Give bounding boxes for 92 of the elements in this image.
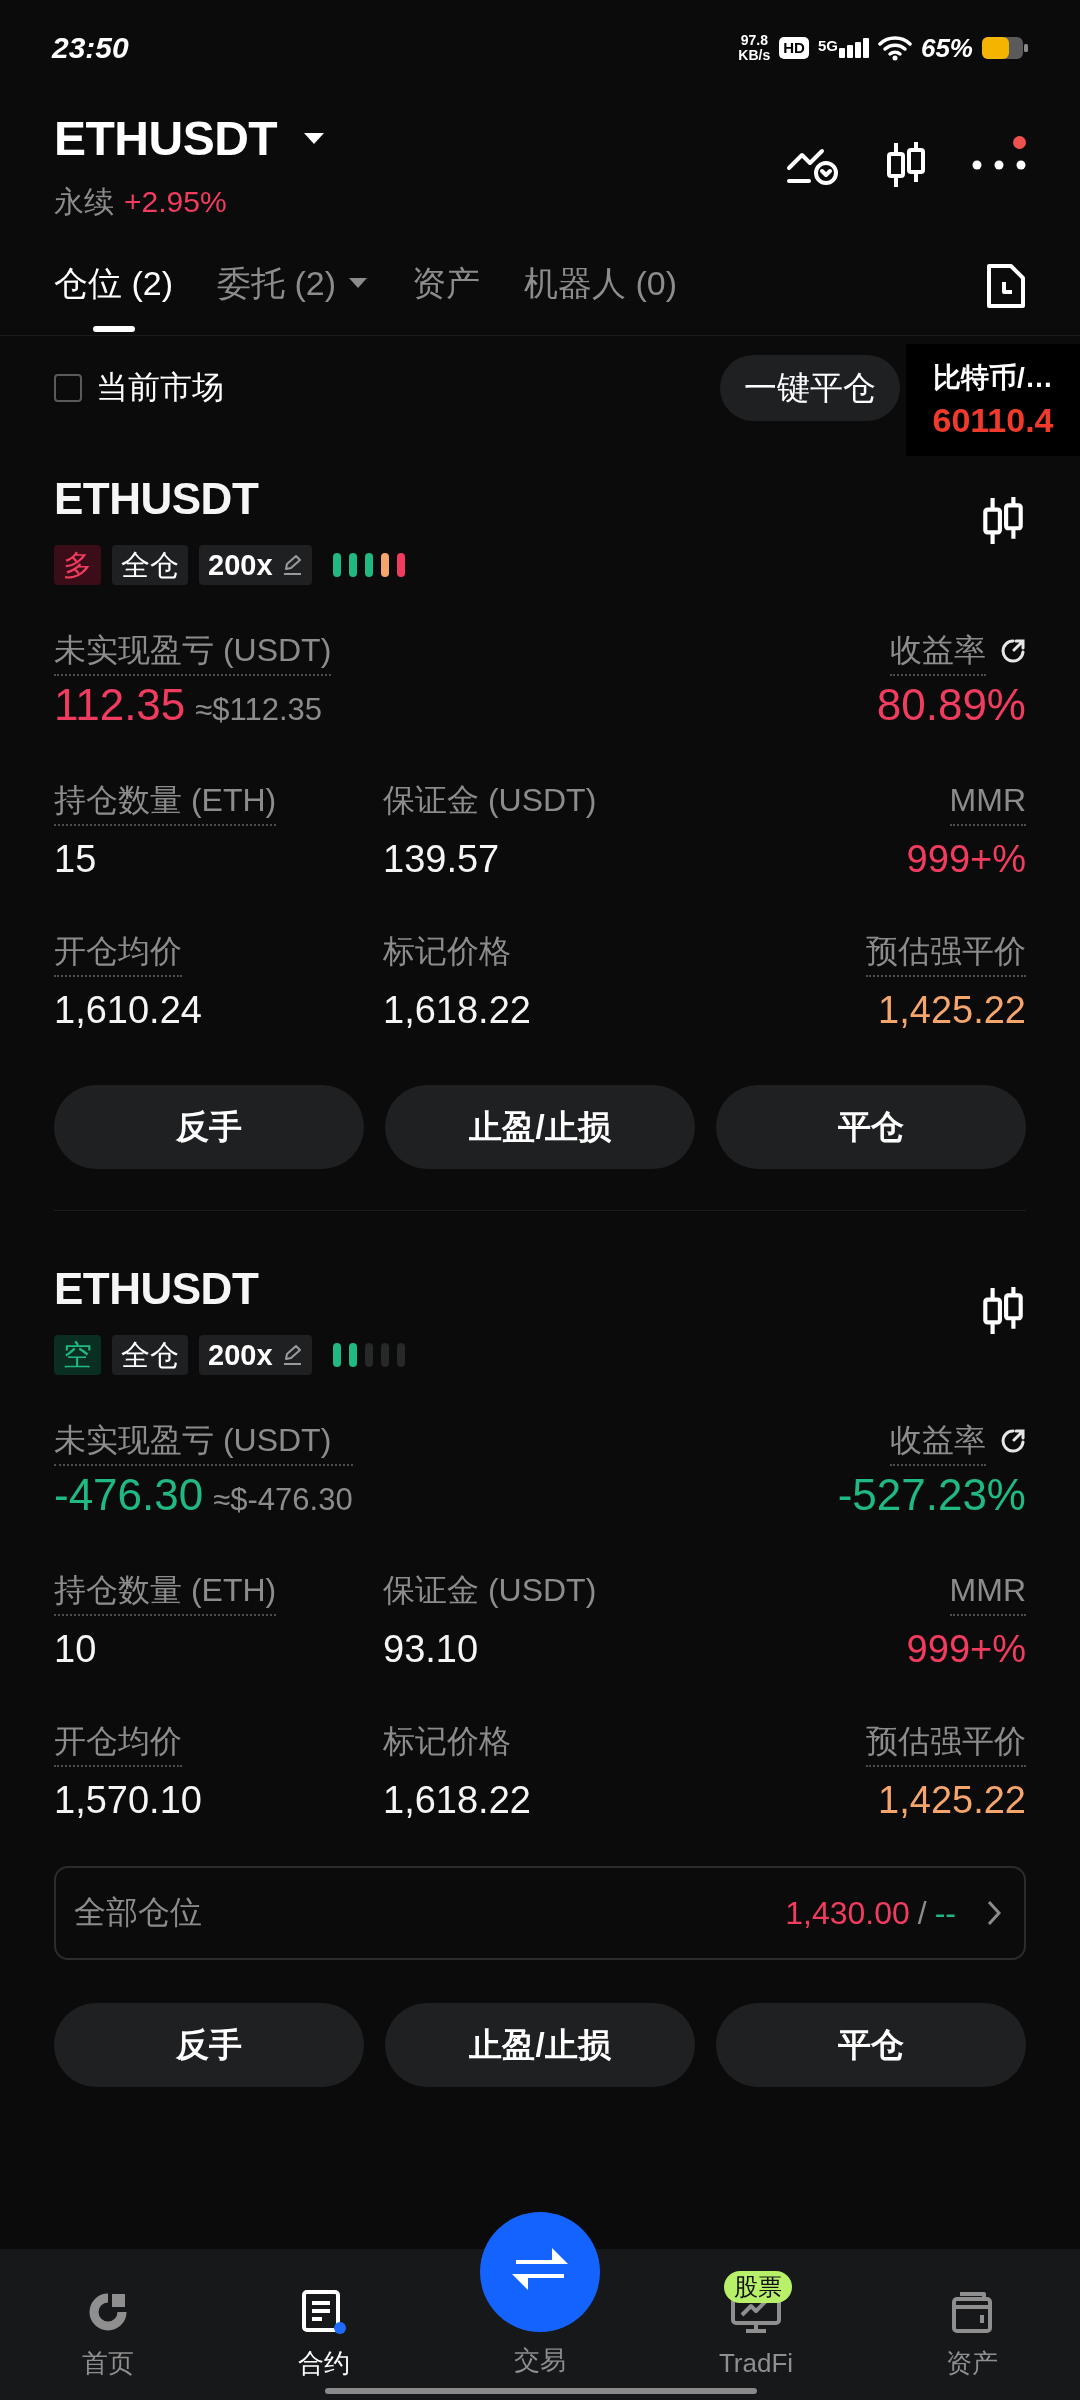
position-symbol: ETHUSDT xyxy=(54,1263,260,1315)
roe-label: 收益率 xyxy=(890,1420,986,1466)
caret-down-icon xyxy=(303,131,326,145)
margin-mode-tag: 全仓 xyxy=(112,545,188,585)
nav-tab[interactable]: 交易 xyxy=(432,2212,648,2376)
tab[interactable]: 委托 (2) xyxy=(217,263,368,303)
stat-label: 标记价格 xyxy=(383,1722,511,1761)
wifi-icon xyxy=(877,35,912,61)
document-clock-icon[interactable] xyxy=(986,263,1026,309)
swap-icon xyxy=(480,2212,600,2332)
net-speed-value: 97.8 xyxy=(740,33,768,48)
stop-loss-value: -- xyxy=(934,1894,956,1932)
pnl-usd-value: ≈$112.35 xyxy=(195,692,323,728)
stat-value: 1,425.22 xyxy=(878,988,1026,1033)
stat-label: 标记价格 xyxy=(383,932,511,971)
pnl-value: -476.30 xyxy=(54,1469,204,1521)
candlestick-icon[interactable] xyxy=(980,1285,1026,1337)
tpsl-summary-row[interactable]: 全部仓位 1,430.00 / -- xyxy=(54,1866,1026,1960)
reverse-button[interactable]: 反手 xyxy=(54,1085,364,1169)
stat-value: 139.57 xyxy=(383,837,500,882)
wallet-icon xyxy=(950,2290,994,2334)
stat-label: 保证金 (USDT) xyxy=(383,781,597,820)
ticker-name: 比特币/… xyxy=(933,361,1053,395)
stat-value: 15 xyxy=(54,837,97,882)
stat-value: 10 xyxy=(54,1627,97,1672)
roe-label: 收益率 xyxy=(890,630,986,676)
pnl-label: 未实现盈亏 (USDT) xyxy=(54,630,332,676)
stat-value: 93.10 xyxy=(383,1627,479,1672)
share-icon[interactable] xyxy=(1000,638,1026,664)
stat-label: 持仓数量 (ETH) xyxy=(54,1570,277,1616)
checkbox[interactable] xyxy=(54,374,82,402)
share-icon[interactable] xyxy=(1000,1428,1026,1454)
document-icon xyxy=(301,2289,347,2335)
tab[interactable]: 资产 xyxy=(412,263,480,303)
chevron-right-icon xyxy=(986,1899,1002,1927)
more-icon[interactable] xyxy=(972,160,1026,170)
close-all-button[interactable]: 一键平仓 xyxy=(720,355,900,421)
stat-label: MMR xyxy=(949,1570,1026,1616)
stat-value: 1,610.24 xyxy=(54,988,202,1033)
stat-label: 开仓均价 xyxy=(54,1721,182,1767)
candlestick-icon[interactable] xyxy=(980,495,1026,547)
roe-value: -527.23% xyxy=(837,1469,1026,1521)
pnl-value: 112.35 xyxy=(54,679,186,731)
ticker-price: 60110.4 xyxy=(932,401,1054,439)
tab[interactable]: 仓位 (2) xyxy=(54,263,173,332)
stat-value: 1,618.22 xyxy=(383,1778,531,1823)
stock-badge: 股票 xyxy=(724,2271,792,2303)
side-tag: 空 xyxy=(54,1335,101,1375)
nav-tab[interactable]: 首页 xyxy=(0,2249,216,2379)
stat-label: 开仓均价 xyxy=(54,931,182,977)
leverage-button[interactable]: 200x xyxy=(199,1335,312,1375)
separator-slash: / xyxy=(917,1894,927,1932)
signal-bars-icon xyxy=(838,38,869,58)
net-speed-unit: KB/s xyxy=(738,48,771,63)
nav-tab[interactable]: 合约 xyxy=(216,2249,432,2379)
clock-time: 23:50 xyxy=(52,31,129,65)
reverse-button[interactable]: 反手 xyxy=(54,2003,364,2087)
leverage-button[interactable]: 200x xyxy=(199,545,312,585)
roe-value: 80.89% xyxy=(876,679,1026,731)
filter-label: 当前市场 xyxy=(96,368,224,407)
stat-value: 999+% xyxy=(906,837,1026,882)
battery-percent: 65% xyxy=(920,32,973,64)
close-position-button[interactable]: 平仓 xyxy=(716,2003,1026,2087)
stat-label: 预估强平价 xyxy=(866,931,1026,977)
price-change: +2.95% xyxy=(124,184,227,220)
stat-label: 保证金 (USDT) xyxy=(383,1571,597,1610)
pnl-label: 未实现盈亏 (USDT) xyxy=(54,1420,353,1466)
hd-indicator: HD xyxy=(779,37,809,59)
pnl-usd-value: ≈$-476.30 xyxy=(213,1482,353,1518)
candlestick-icon[interactable] xyxy=(884,140,928,190)
tab[interactable]: 机器人 (0) xyxy=(524,263,677,303)
nav-tab[interactable]: 资产 xyxy=(864,2249,1080,2379)
battery-icon xyxy=(982,37,1028,59)
stat-value: 1,425.22 xyxy=(878,1778,1026,1823)
side-tag: 多 xyxy=(54,545,101,585)
tpsl-button[interactable]: 止盈/止损 xyxy=(385,1085,695,1169)
tpsl-label: 全部仓位 xyxy=(74,1893,202,1932)
nav-tab[interactable]: 股票 TradFi xyxy=(648,2249,864,2379)
stat-label: MMR xyxy=(949,780,1026,826)
stat-value: 1,618.22 xyxy=(383,988,531,1033)
margin-mode-tag: 全仓 xyxy=(112,1335,188,1375)
stat-value: 999+% xyxy=(906,1627,1026,1672)
stat-label: 预估强平价 xyxy=(866,1721,1026,1767)
contract-type: 永续 xyxy=(54,184,114,220)
stat-label: 持仓数量 (ETH) xyxy=(54,780,277,826)
network-type-label: 5G xyxy=(817,38,838,53)
position-symbol: ETHUSDT xyxy=(54,473,260,525)
symbol-selector[interactable]: ETHUSDT xyxy=(54,108,326,168)
close-position-button[interactable]: 平仓 xyxy=(716,1085,1026,1169)
take-profit-value: 1,430.00 xyxy=(785,1894,910,1932)
stat-value: 1,570.10 xyxy=(54,1778,202,1823)
tpsl-button[interactable]: 止盈/止损 xyxy=(385,2003,695,2087)
